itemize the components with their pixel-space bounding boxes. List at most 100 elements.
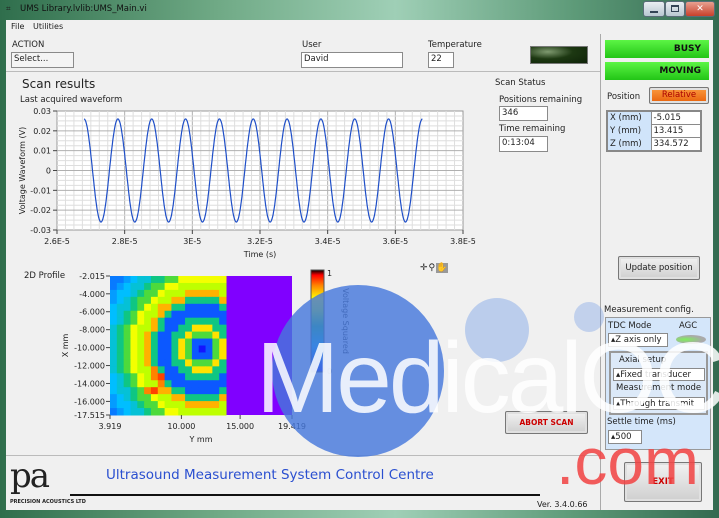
heatmap-cell (130, 282, 138, 291)
axis-label: X (mm) (610, 113, 642, 124)
heatmap-cell (157, 359, 166, 367)
heatmap-cell (110, 324, 118, 333)
heatmap-cell (219, 380, 227, 388)
y-tick-label: -6.000 (79, 308, 105, 317)
heatmap-cell (191, 296, 200, 305)
heatmap-cell (110, 380, 118, 388)
measurement-mode-label: Measurement mode (616, 383, 702, 393)
heatmap-cell (171, 303, 179, 312)
heatmap-cell (219, 296, 227, 305)
heatmap-cell (212, 401, 220, 409)
heatmap-cell (205, 345, 213, 353)
heatmap-cell (137, 276, 145, 284)
heatmap-cell (178, 394, 186, 402)
heatmap-cell (171, 373, 179, 381)
heatmap-cell (123, 359, 131, 367)
axial-setup-select[interactable]: ▴Fixed transducer (613, 368, 705, 381)
heatmap-cell (150, 289, 159, 298)
heatmap-cell (171, 401, 179, 409)
heatmap-cell (130, 276, 138, 284)
y-tick-label: -8.000 (79, 326, 105, 335)
minimize-button[interactable] (643, 1, 665, 17)
heatmap-cell (137, 408, 145, 416)
heatmap-cell (171, 282, 179, 291)
agc-toggle[interactable] (676, 335, 706, 344)
heatmap-cell (212, 303, 220, 312)
y-tick-label: -10.000 (74, 344, 105, 353)
heatmap-cell (123, 345, 131, 353)
heatmap-cell (198, 338, 207, 346)
heatmap-cell (212, 276, 220, 284)
moving-indicator: MOVING (605, 62, 709, 80)
heatmap-cell (137, 345, 145, 353)
exit-button[interactable]: EXIT (624, 462, 702, 502)
scan-results-title: Scan results (22, 77, 96, 91)
heatmap-cell (130, 359, 138, 367)
heatmap-cell (123, 338, 131, 346)
heatmap-cell (178, 317, 186, 326)
position-table: X (mm) -5.015 Y (mm) 13.415 Z (mm) 334.572 (606, 110, 702, 152)
heatmap-cell (130, 296, 138, 305)
heatmap-cell (144, 338, 152, 346)
heatmap-cell (164, 331, 172, 340)
heatmap-cell (198, 296, 207, 305)
heatmap-cell (205, 394, 213, 402)
heatmap-cell (157, 394, 166, 402)
heatmap-cell (171, 324, 179, 333)
axis-value: -5.015 (650, 110, 702, 125)
heatmap-cell (130, 380, 138, 388)
user-field[interactable]: David (301, 52, 403, 68)
heatmap-cell (116, 345, 125, 353)
tdc-mode-value: Z axis only (615, 335, 662, 345)
settle-time-field[interactable]: ▴500 (608, 430, 642, 444)
heatmap-cell (144, 331, 152, 340)
menu-utilities[interactable]: Utilities (33, 22, 63, 31)
heatmap-cell (191, 401, 200, 409)
heatmap-cell (212, 366, 220, 374)
heatmap-cell (191, 387, 200, 395)
heatmap-cell (198, 282, 207, 291)
heatmap-cell (205, 338, 213, 346)
heatmap-cell (110, 296, 118, 305)
heatmap-cell (198, 303, 207, 312)
heatmap-cell (157, 366, 166, 374)
menu-file[interactable]: File (11, 22, 24, 31)
heatmap-cell (205, 366, 213, 374)
heatmap-cell (123, 331, 131, 340)
tdc-mode-select[interactable]: ▴Z axis only (608, 333, 668, 347)
update-position-button[interactable]: Update position (618, 256, 700, 280)
heatmap-cell (212, 296, 220, 305)
measurement-mode-select[interactable]: ▴Through transmit (613, 397, 705, 410)
heatmap-cell (185, 373, 193, 381)
heatmap-cell (123, 387, 131, 395)
heatmap-cell (185, 282, 193, 291)
close-button[interactable]: ✕ (685, 1, 715, 17)
heatmap-cell (157, 310, 166, 319)
heatmap-cell (185, 359, 193, 367)
heatmap-cell (198, 401, 207, 409)
heatmap-cell (116, 310, 125, 319)
action-select[interactable]: Select... (11, 52, 74, 68)
heatmap-cell (130, 394, 138, 402)
heatmap-cell (123, 401, 131, 409)
heatmap-cell (178, 310, 186, 319)
heatmap-cell (178, 373, 186, 381)
heatmap-cell (150, 331, 159, 340)
heatmap-cell (178, 289, 186, 298)
heatmap-cell (116, 366, 125, 374)
heatmap-cell (150, 394, 159, 402)
heatmap-cell (219, 352, 227, 360)
heatmap-cell (178, 366, 186, 374)
temperature-field[interactable]: 22 (428, 52, 454, 68)
heatmap-cell (171, 380, 179, 388)
heatmap-cell (150, 408, 159, 416)
x-tick-label: 10.000 (167, 422, 195, 431)
relative-toggle[interactable]: Relative (649, 87, 709, 104)
heatmap-cell (110, 310, 118, 319)
abort-scan-button[interactable]: ABORT SCAN (505, 411, 588, 434)
heatmap-cell (185, 352, 193, 360)
heatmap-cell (130, 303, 138, 312)
maximize-button[interactable] (665, 1, 685, 17)
heatmap-cell (150, 387, 159, 395)
heatmap-cell (137, 394, 145, 402)
